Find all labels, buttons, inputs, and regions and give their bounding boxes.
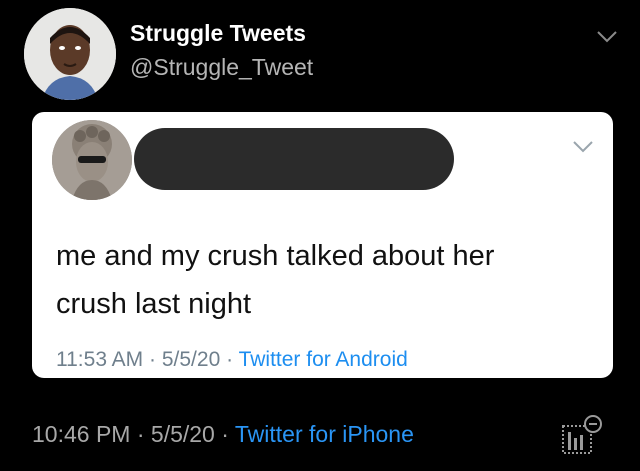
tweet-metadata: 10:46 PM · 5/5/20 · Twitter for iPhone [32,421,414,448]
quoted-tweet-text-line-2: crush last night [56,288,252,320]
tweet-menu-chevron-down-icon[interactable] [596,30,618,44]
quoted-author-avatar[interactable] [52,120,132,200]
quoted-tweet-text: me and my crush talked about her crush l… [56,232,596,328]
quoted-tweet-card[interactable]: me and my crush talked about her crush l… [32,112,613,378]
tweet-source-link[interactable]: Twitter for iPhone [235,421,414,447]
meta-separator: · [136,421,145,447]
tweet-date[interactable]: 5/5/20 [151,421,215,447]
quoted-tweet-menu-chevron-down-icon[interactable] [572,140,594,154]
redacted-author-name [134,128,454,190]
quoted-tweet-text-line-1: me and my crush talked about her [56,240,495,272]
author-handle[interactable]: @Struggle_Tweet [130,54,313,81]
profile-photo-icon [24,8,116,100]
analytics-icon[interactable] [560,414,604,456]
meta-separator: · [226,348,234,371]
quoted-tweet-time[interactable]: 11:53 AM [56,348,143,371]
author-avatar[interactable] [24,8,116,100]
author-display-name[interactable]: Struggle Tweets [130,20,306,47]
statue-profile-icon [52,120,132,200]
quoted-tweet-source-link[interactable]: Twitter for Android [239,348,408,371]
tweet-time[interactable]: 10:46 PM [32,421,130,447]
meta-separator: · [221,421,229,447]
meta-separator: · [149,348,157,371]
quoted-tweet-date[interactable]: 5/5/20 [162,348,220,371]
quoted-tweet-metadata: 11:53 AM · 5/5/20 · Twitter for Android [56,348,408,372]
